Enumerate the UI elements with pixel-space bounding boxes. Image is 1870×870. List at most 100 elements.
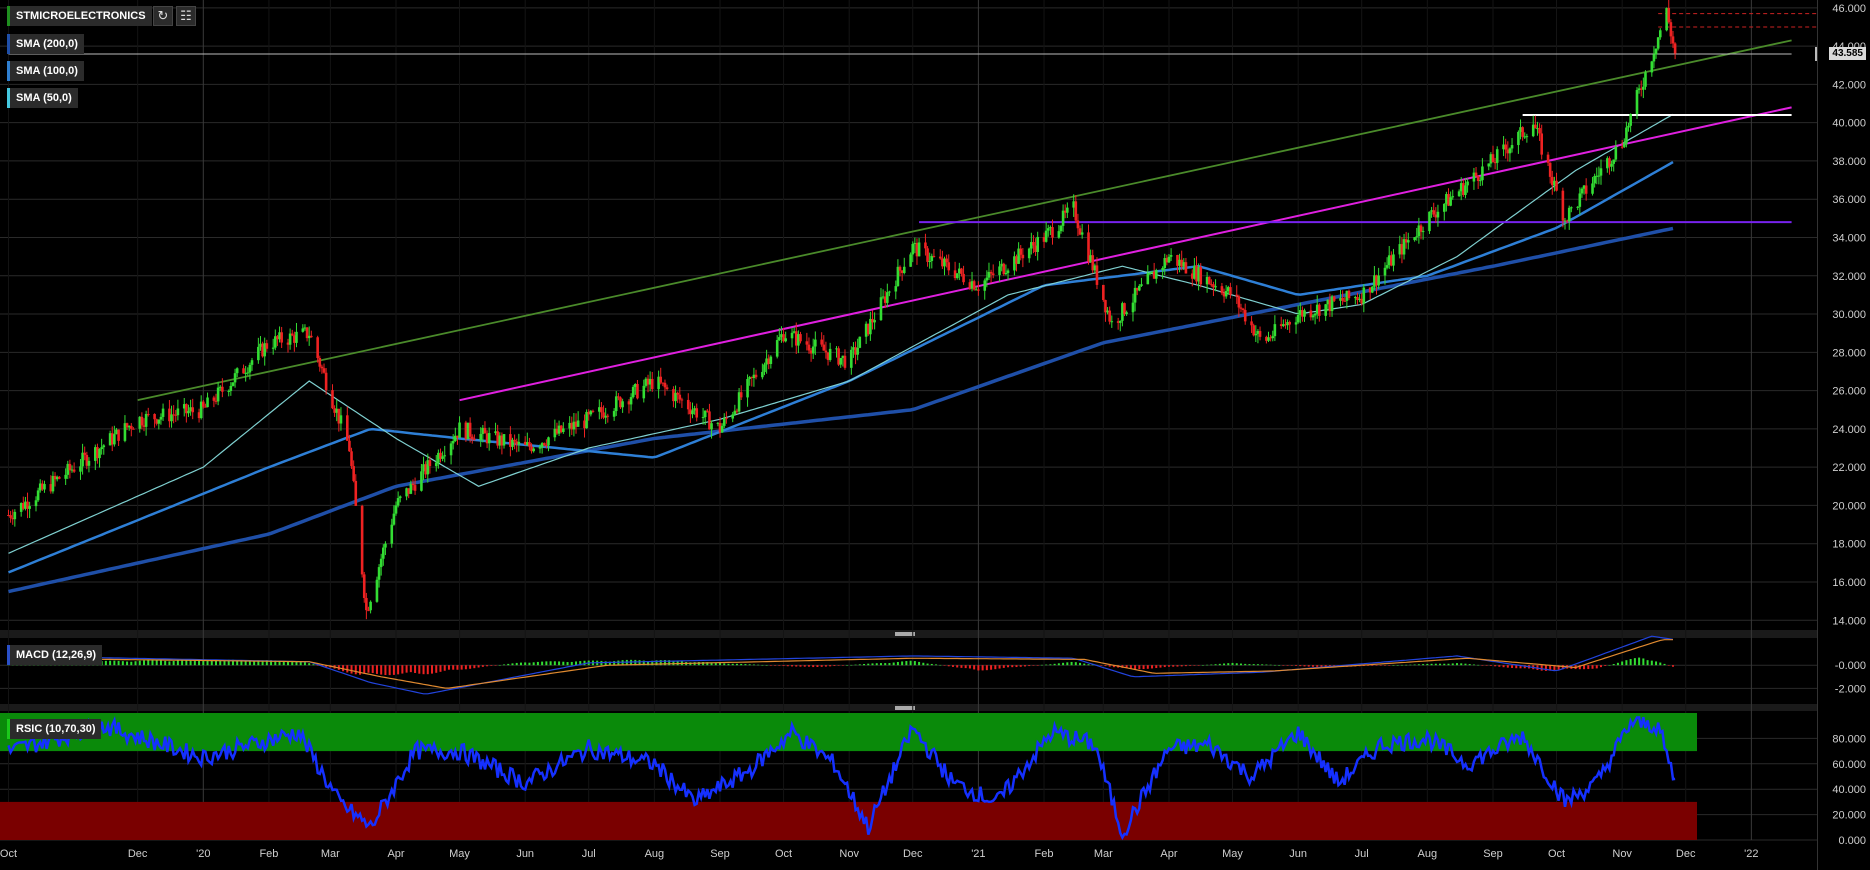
candle-body bbox=[924, 242, 927, 249]
macd-histogram-bar bbox=[1159, 665, 1162, 668]
macd-histogram-bar bbox=[985, 665, 988, 671]
macd-histogram-bar bbox=[532, 662, 535, 666]
candle-body bbox=[811, 346, 815, 354]
candle-body bbox=[600, 407, 603, 413]
price-tick-label: 22.000 bbox=[1832, 462, 1866, 474]
candle-body bbox=[1169, 255, 1173, 257]
macd-histogram-bar bbox=[1485, 665, 1488, 666]
macd-histogram-bar bbox=[951, 665, 954, 667]
candle-body bbox=[235, 368, 239, 374]
candle-body bbox=[1650, 61, 1654, 73]
macd-histogram-bar bbox=[363, 665, 366, 674]
macd-histogram-bar bbox=[210, 660, 213, 666]
macd-histogram-bar bbox=[1299, 665, 1302, 667]
macd-histogram-bar bbox=[549, 661, 552, 666]
macd-histogram-bar bbox=[536, 661, 539, 666]
macd-histogram-bar bbox=[879, 663, 882, 666]
x-tick-label: Apr bbox=[387, 848, 404, 860]
candle-body bbox=[318, 357, 322, 367]
candle-body bbox=[1303, 310, 1306, 317]
candle-body bbox=[354, 480, 358, 506]
rsi-label[interactable]: RSIC (10,70,30) bbox=[7, 719, 102, 739]
macd-histogram-bar bbox=[558, 661, 561, 666]
candle-body bbox=[9, 515, 12, 518]
chart-settings-icon[interactable]: ☷ bbox=[176, 6, 196, 26]
macd-histogram-bar bbox=[1392, 665, 1395, 666]
candle-body bbox=[1442, 203, 1446, 212]
candle-body bbox=[1567, 207, 1571, 222]
symbol-label[interactable]: STMICROELECTRONICS bbox=[7, 6, 152, 26]
candle-body bbox=[1504, 144, 1507, 150]
macd-histogram-bar bbox=[1070, 661, 1073, 666]
macd-histogram-bar bbox=[388, 665, 391, 676]
x-tick-label: Nov bbox=[1612, 848, 1632, 860]
candle-body bbox=[144, 413, 148, 427]
price-tick-label: 28.000 bbox=[1832, 347, 1866, 359]
macd-histogram-bar bbox=[846, 665, 849, 666]
macd-histogram-bar bbox=[1621, 661, 1624, 666]
macd-histogram-bar bbox=[1167, 665, 1170, 667]
candle-body bbox=[629, 397, 633, 405]
macd-histogram-bar bbox=[960, 665, 963, 668]
macd-histogram-bar bbox=[854, 664, 857, 666]
candle-body bbox=[977, 289, 980, 291]
macd-histogram-bar bbox=[1303, 665, 1306, 667]
candle-body bbox=[1138, 285, 1141, 291]
candle-body bbox=[1654, 48, 1658, 55]
candle-body bbox=[428, 460, 432, 467]
candle-body bbox=[985, 277, 989, 281]
macd-histogram-bar bbox=[354, 665, 357, 675]
macd-histogram-bar bbox=[456, 665, 459, 670]
candle-body bbox=[176, 408, 180, 416]
macd-histogram-bar bbox=[939, 664, 942, 666]
candle-body bbox=[1413, 237, 1416, 241]
candle-body bbox=[998, 266, 1001, 276]
chart-canvas[interactable]: 46.00044.00042.00040.00038.00036.00034.0… bbox=[0, 0, 1870, 870]
macd-label[interactable]: MACD (12,26,9) bbox=[7, 645, 103, 665]
price-tick-label: 14.000 bbox=[1832, 615, 1866, 627]
candle-body bbox=[955, 273, 959, 279]
macd-histogram-bar bbox=[562, 661, 565, 666]
candle-body bbox=[1313, 313, 1317, 316]
price-tick-label: 40.000 bbox=[1832, 118, 1866, 130]
candle-body bbox=[1140, 284, 1143, 286]
macd-histogram-bar bbox=[1472, 664, 1475, 666]
x-tick-label: Feb bbox=[259, 848, 278, 860]
candle-body bbox=[392, 513, 396, 525]
candle-body bbox=[102, 445, 106, 448]
candle-body bbox=[153, 414, 156, 420]
candle-body bbox=[686, 399, 690, 410]
candle-body bbox=[1125, 312, 1128, 315]
candle-body bbox=[1250, 321, 1253, 326]
macd-histogram-bar bbox=[401, 665, 404, 674]
candle-body bbox=[991, 273, 995, 276]
candle-body bbox=[902, 266, 906, 273]
refresh-icon[interactable]: ↻ bbox=[153, 6, 173, 26]
sma200-label[interactable]: SMA (200,0) bbox=[7, 34, 84, 54]
macd-histogram-bar bbox=[507, 663, 510, 666]
candle-body bbox=[621, 401, 624, 408]
price-tick-label: 46.000 bbox=[1832, 3, 1866, 15]
macd-histogram-bar bbox=[117, 660, 120, 666]
candle-body bbox=[1243, 310, 1247, 322]
candle-body bbox=[140, 416, 144, 426]
price-tick-label: 34.000 bbox=[1832, 232, 1866, 244]
macd-histogram-bar bbox=[1591, 665, 1594, 669]
candle-body bbox=[928, 261, 931, 263]
sma100-label[interactable]: SMA (100,0) bbox=[7, 61, 84, 81]
sma50-label[interactable]: SMA (50,0) bbox=[7, 88, 78, 108]
candle-body bbox=[720, 425, 724, 433]
candle-body bbox=[710, 423, 713, 430]
macd-histogram-bar bbox=[1066, 662, 1069, 666]
candle-body bbox=[221, 386, 224, 392]
candle-body bbox=[1296, 314, 1300, 323]
macd-histogram-bar bbox=[850, 664, 853, 666]
macd-histogram-bar bbox=[143, 660, 146, 666]
candle-body bbox=[822, 344, 826, 351]
candle-body bbox=[129, 425, 133, 429]
candle-body bbox=[146, 413, 150, 415]
macd-histogram-bar bbox=[943, 665, 946, 666]
candle-body bbox=[676, 392, 679, 395]
last-price-badge: 43.585 bbox=[1829, 47, 1866, 60]
macd-histogram-bar bbox=[833, 665, 836, 667]
